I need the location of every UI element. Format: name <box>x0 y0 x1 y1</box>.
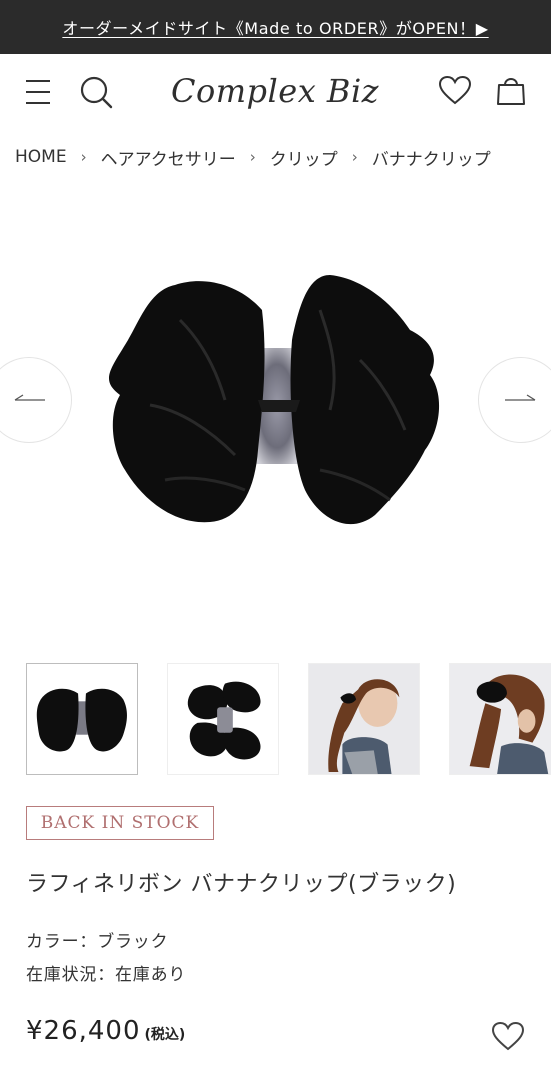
breadcrumb-hair-accessories[interactable]: ヘアアクセサリー <box>101 145 236 170</box>
thumbnail-side[interactable] <box>167 663 279 775</box>
hamburger-menu-icon[interactable] <box>22 74 54 110</box>
breadcrumb-home[interactable]: HOME <box>15 147 67 167</box>
breadcrumb-separator: › <box>249 148 256 166</box>
product-price: ¥26,400 <box>26 1016 141 1046</box>
heart-icon[interactable] <box>437 72 473 108</box>
breadcrumb-clip[interactable]: クリップ <box>270 145 338 170</box>
top-banner: オーダーメイドサイト《Made to ORDER》がOPEN！▶ <box>0 0 551 54</box>
ribbon-clip-illustration <box>108 275 440 525</box>
add-to-favorites-heart-icon[interactable] <box>490 1018 526 1054</box>
shopping-bag-icon[interactable] <box>493 72 529 108</box>
product-main-image[interactable] <box>0 190 551 620</box>
product-stock-status: 在庫状況：在庫あり <box>26 965 187 985</box>
product-color: カラー：ブラック <box>26 932 169 952</box>
thumbnail-front[interactable] <box>26 663 138 775</box>
site-logo[interactable]: Complex Biz <box>150 68 400 114</box>
tax-note: (税込) <box>144 1027 186 1043</box>
thumbnail-model-profile[interactable] <box>308 663 420 775</box>
made-to-order-banner-link[interactable]: オーダーメイドサイト《Made to ORDER》がOPEN！▶ <box>62 15 488 39</box>
thumbnail-strip <box>26 663 551 777</box>
breadcrumb: HOME › ヘアアクセサリー › クリップ › バナナクリップ <box>15 142 491 172</box>
back-in-stock-badge: BACK IN STOCK <box>26 806 214 840</box>
thumbnail-model-back[interactable] <box>449 663 551 775</box>
price-row: ¥26,400 (税込) <box>26 1016 185 1056</box>
search-icon[interactable] <box>78 74 114 110</box>
breadcrumb-separator: › <box>351 148 358 166</box>
breadcrumb-current: バナナクリップ <box>371 149 491 170</box>
product-title: ラフィネリボン バナナクリップ(ブラック) <box>26 872 457 897</box>
site-header: Complex Biz <box>0 54 551 130</box>
breadcrumb-separator: › <box>80 148 87 166</box>
